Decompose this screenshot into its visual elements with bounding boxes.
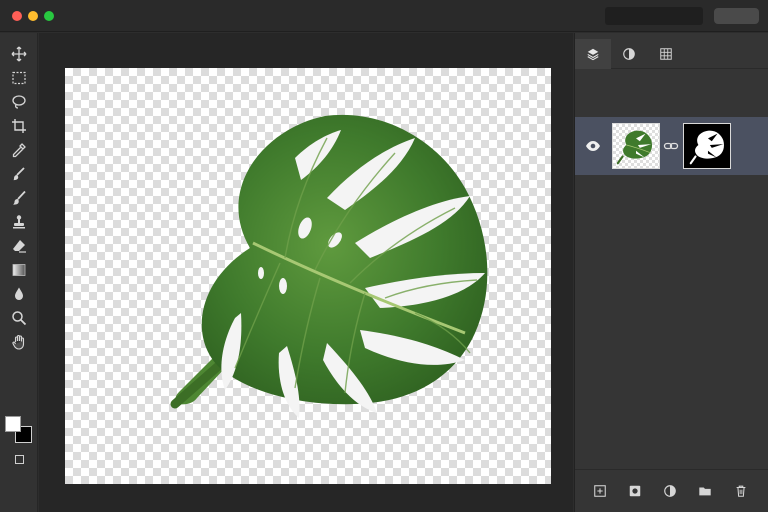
folder-icon — [699, 487, 711, 496]
adjustment-icon — [664, 485, 676, 497]
grid-icon — [660, 48, 672, 60]
move-tool[interactable] — [9, 44, 29, 64]
marquee-tool[interactable] — [9, 68, 29, 88]
healing-brush-icon — [13, 167, 25, 181]
mask-icon — [629, 485, 641, 497]
document-canvas[interactable] — [65, 68, 551, 484]
panel-tab-bar — [575, 39, 768, 69]
quick-mask-icon[interactable] — [15, 455, 24, 464]
blur-tool[interactable] — [9, 284, 29, 304]
stamp-icon — [13, 215, 25, 229]
rect-marquee-icon — [12, 71, 26, 85]
layer-mask-thumbnail[interactable] — [683, 123, 731, 169]
tab-layers[interactable] — [575, 39, 611, 69]
gradient-icon — [12, 264, 26, 276]
new-layer-icon — [594, 485, 606, 497]
eye-visibility-icon[interactable] — [585, 138, 601, 154]
tab-grid[interactable] — [648, 39, 684, 69]
trash-icon — [736, 485, 746, 497]
eyedropper-icon — [12, 143, 26, 158]
title-bar — [0, 0, 768, 32]
close-window-button[interactable] — [12, 11, 22, 21]
gradient-tool[interactable] — [9, 260, 29, 280]
layers-panel-footer — [575, 469, 768, 512]
crop-icon — [12, 119, 26, 133]
titlebar-search-field[interactable] — [605, 7, 703, 25]
crop-tool[interactable] — [9, 116, 29, 136]
adjustments-icon — [623, 48, 635, 60]
foreground-color-swatch[interactable] — [5, 416, 21, 432]
minimize-window-button[interactable] — [28, 11, 38, 21]
monstera-leaf-image — [170, 114, 488, 418]
delete-layer-button[interactable] — [733, 483, 749, 499]
new-layer-button[interactable] — [592, 483, 608, 499]
layers-icon — [587, 48, 599, 61]
zoom-tool[interactable] — [9, 308, 29, 328]
new-group-button[interactable] — [697, 483, 713, 499]
layer-row-selected[interactable] — [575, 117, 768, 175]
leaf-thumbnail-image — [616, 130, 653, 165]
eraser-tool[interactable] — [9, 236, 29, 256]
canvas-workspace — [39, 33, 573, 512]
chain-link-icon[interactable] — [663, 138, 679, 154]
leaf-mask-image — [689, 130, 724, 165]
tab-adjustments[interactable] — [611, 39, 647, 69]
zoom-window-button[interactable] — [44, 11, 54, 21]
layers-panel — [574, 33, 768, 512]
layer-thumbnail[interactable] — [612, 123, 660, 169]
add-mask-button[interactable] — [627, 483, 643, 499]
hand-icon — [12, 334, 25, 350]
clone-stamp-tool[interactable] — [9, 212, 29, 232]
move-icon — [11, 46, 27, 62]
new-adjustment-button[interactable] — [662, 483, 678, 499]
image-editor-window — [0, 0, 768, 512]
healing-brush-tool[interactable] — [9, 164, 29, 184]
lasso-icon — [12, 95, 26, 109]
hand-tool[interactable] — [9, 332, 29, 352]
drop-icon — [15, 287, 23, 300]
lasso-tool[interactable] — [9, 92, 29, 112]
tools-panel — [0, 33, 38, 512]
brush-tool[interactable] — [9, 188, 29, 208]
zoom-icon — [12, 311, 27, 326]
eraser-icon — [13, 240, 26, 253]
titlebar-action-button[interactable] — [714, 8, 759, 24]
brush-icon — [13, 190, 26, 205]
eyedropper-tool[interactable] — [9, 140, 29, 160]
